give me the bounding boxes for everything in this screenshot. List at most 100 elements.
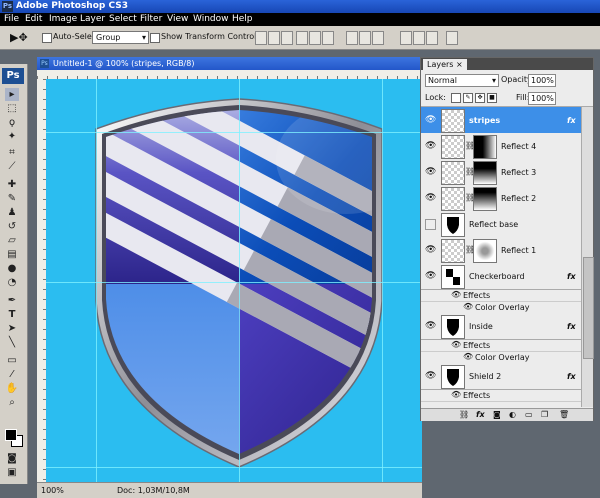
visibility-eye-icon[interactable]: 👁 — [425, 271, 436, 281]
document-title-bar[interactable]: Ps Untitled-1 @ 100% (stripes, RGB/8) — [37, 57, 422, 70]
notes-tool-icon[interactable]: ▭ — [5, 354, 19, 367]
menu-view[interactable]: View — [167, 14, 188, 24]
history-brush-icon[interactable]: ↺ — [5, 220, 19, 233]
visibility-eye-icon[interactable]: 👁 — [425, 167, 436, 177]
layer-mask-thumbnail[interactable] — [473, 239, 497, 263]
effect-eye-icon[interactable]: 👁 — [463, 352, 473, 361]
effect-eye-icon[interactable]: 👁 — [463, 302, 473, 311]
eraser-tool-icon[interactable]: ▱ — [5, 234, 19, 247]
distribute-right-icon[interactable] — [426, 31, 438, 45]
new-group-icon[interactable]: ▭ — [525, 410, 533, 419]
layer-row-reflect-1[interactable]: 👁 ⛓ Reflect 1 — [421, 237, 581, 264]
type-tool-icon[interactable]: T — [5, 308, 19, 321]
lock-all-icon[interactable]: ■ — [487, 93, 497, 103]
dodge-tool-icon[interactable]: ◔ — [5, 276, 19, 289]
distribute-vcenter-icon[interactable] — [359, 31, 371, 45]
effect-eye-icon[interactable]: 👁 — [451, 390, 461, 399]
layer-row-inside[interactable]: 👁 Inside fx — [421, 313, 581, 340]
healing-brush-icon[interactable]: ✚ — [5, 178, 19, 191]
link-layers-icon[interactable]: ⛓ — [459, 410, 469, 419]
eyedropper-icon[interactable]: ⁄ — [5, 368, 19, 381]
menu-select[interactable]: Select — [109, 14, 137, 24]
menu-help[interactable]: Help — [232, 14, 253, 24]
menu-image[interactable]: Image — [49, 14, 77, 24]
fill-input[interactable]: 100% — [528, 92, 556, 105]
slice-tool-icon[interactable]: ⟋ — [5, 160, 19, 173]
crop-tool-icon[interactable]: ⌗ — [5, 146, 19, 159]
visibility-eye-icon[interactable]: 👁 — [425, 371, 436, 381]
layers-panel-header[interactable]: Layers × — [421, 58, 593, 70]
document-canvas[interactable] — [46, 79, 422, 482]
lock-position-icon[interactable]: ✥ — [475, 93, 485, 103]
layer-name[interactable]: Reflect 1 — [501, 246, 536, 255]
doc-size[interactable]: Doc: 1,03M/10,8M — [117, 486, 190, 495]
visibility-eye-icon[interactable]: 👁 — [425, 245, 436, 255]
lock-image-icon[interactable]: ✎ — [463, 93, 473, 103]
zoom-tool-icon[interactable]: ⌕ — [5, 396, 19, 409]
show-transform-checkbox[interactable] — [150, 33, 160, 43]
distribute-bottom-icon[interactable] — [372, 31, 384, 45]
layer-row-checkerboard[interactable]: 👁 Checkerboard fx — [421, 263, 581, 290]
visibility-toggle-empty[interactable] — [425, 219, 436, 230]
layer-row-stripes[interactable]: 👁 stripes fx — [421, 107, 581, 134]
layer-name[interactable]: Reflect 3 — [501, 168, 536, 177]
layer-name[interactable]: Inside — [469, 322, 493, 331]
lasso-tool-icon[interactable]: ϙ — [5, 116, 19, 129]
align-right-icon[interactable] — [322, 31, 334, 45]
visibility-eye-icon[interactable]: 👁 — [425, 115, 436, 125]
layer-name[interactable]: Checkerboard — [469, 272, 525, 281]
fx-icon[interactable]: fx — [567, 272, 576, 281]
align-hcenter-icon[interactable] — [309, 31, 321, 45]
pen-tool-icon[interactable]: ✒ — [5, 294, 19, 307]
effect-eye-icon[interactable]: 👁 — [451, 340, 461, 349]
menu-window[interactable]: Window — [193, 14, 229, 24]
delete-layer-icon[interactable]: 🗑 — [559, 410, 569, 419]
add-mask-icon[interactable]: ◙ — [493, 410, 501, 419]
fx-icon[interactable]: fx — [567, 372, 576, 381]
layer-mask-thumbnail[interactable] — [473, 135, 497, 159]
brush-tool-icon[interactable]: ✎ — [5, 192, 19, 205]
effects-row[interactable]: 👁 Effects — [421, 389, 581, 402]
magic-wand-icon[interactable]: ✦ — [5, 130, 19, 143]
layer-name[interactable]: Shield 2 — [469, 372, 501, 381]
move-tool-icon[interactable]: ▶✥ — [10, 31, 30, 44]
foreground-color-swatch[interactable] — [5, 429, 17, 441]
distribute-hcenter-icon[interactable] — [413, 31, 425, 45]
layer-name[interactable]: stripes — [469, 116, 500, 125]
line-tool-icon[interactable]: ╲ — [5, 336, 19, 349]
effect-eye-icon[interactable]: 👁 — [451, 290, 461, 299]
align-top-icon[interactable] — [255, 31, 267, 45]
visibility-eye-icon[interactable]: 👁 — [425, 141, 436, 151]
layer-name[interactable]: Reflect base — [469, 220, 518, 229]
layer-name[interactable]: Reflect 4 — [501, 142, 536, 151]
auto-select-dropdown[interactable]: Group — [92, 31, 149, 44]
clone-stamp-icon[interactable]: ♟ — [5, 206, 19, 219]
layers-scrollbar[interactable] — [581, 107, 594, 407]
layer-name[interactable]: Reflect 2 — [501, 194, 536, 203]
distribute-top-icon[interactable] — [346, 31, 358, 45]
distribute-left-icon[interactable] — [400, 31, 412, 45]
auto-select-checkbox[interactable] — [42, 33, 52, 43]
fx-icon[interactable]: fx — [567, 116, 576, 125]
menu-edit[interactable]: Edit — [25, 14, 42, 24]
layer-row-reflect-base[interactable]: Reflect base — [421, 211, 581, 238]
path-selection-icon[interactable]: ➤ — [5, 322, 19, 335]
zoom-level[interactable]: 100% — [41, 486, 64, 495]
layer-row-shield-2[interactable]: 👁 Shield 2 fx — [421, 363, 581, 390]
opacity-input[interactable]: 100% — [528, 74, 556, 87]
layer-row-reflect-3[interactable]: 👁 ⛓ Reflect 3 — [421, 159, 581, 186]
hand-tool-icon[interactable]: ✋ — [5, 382, 19, 395]
align-vcenter-icon[interactable] — [268, 31, 280, 45]
layer-row-reflect-4[interactable]: 👁 ⛓ Reflect 4 — [421, 133, 581, 160]
visibility-eye-icon[interactable]: 👁 — [425, 193, 436, 203]
layer-mask-thumbnail[interactable] — [473, 187, 497, 211]
menu-layer[interactable]: Layer — [80, 14, 105, 24]
screen-mode-icon[interactable]: ▣ — [5, 466, 19, 479]
layer-mask-thumbnail[interactable] — [473, 161, 497, 185]
marquee-tool-icon[interactable]: ⬚ — [5, 102, 19, 115]
gradient-tool-icon[interactable]: ▤ — [5, 248, 19, 261]
auto-align-icon[interactable] — [446, 31, 458, 45]
fx-icon[interactable]: fx — [567, 322, 576, 331]
align-bottom-icon[interactable] — [281, 31, 293, 45]
menu-filter[interactable]: Filter — [140, 14, 162, 24]
